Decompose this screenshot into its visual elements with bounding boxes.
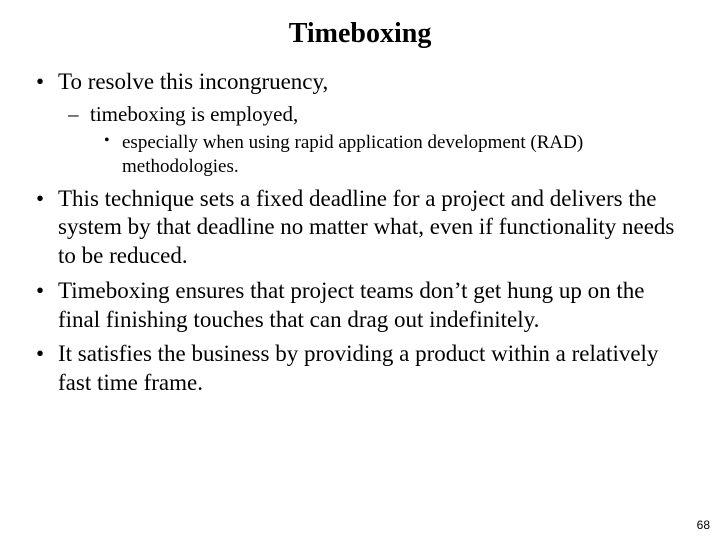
bullet-sublist: timeboxing is employed, especially when … xyxy=(58,101,690,179)
bullet-sublist: especially when using rapid application … xyxy=(90,131,690,179)
slide-body: To resolve this incongruency, timeboxing… xyxy=(0,60,720,398)
bullet-text: To resolve this incongruency, xyxy=(58,69,328,94)
bullet-item: This technique sets a fixed deadline for… xyxy=(30,185,690,271)
bullet-item: Timeboxing ensures that project teams do… xyxy=(30,277,690,335)
bullet-text: This technique sets a fixed deadline for… xyxy=(58,186,674,269)
bullet-text: Timeboxing ensures that project teams do… xyxy=(58,278,644,332)
bullet-item: especially when using rapid application … xyxy=(100,131,690,179)
bullet-text: It satisfies the business by providing a… xyxy=(58,341,658,395)
bullet-text: especially when using rapid application … xyxy=(122,132,583,177)
bullet-item: It satisfies the business by providing a… xyxy=(30,340,690,398)
bullet-item: timeboxing is employed, especially when … xyxy=(64,101,690,179)
bullet-list: To resolve this incongruency, timeboxing… xyxy=(30,68,690,398)
bullet-text: timeboxing is employed, xyxy=(90,102,298,126)
bullet-item: To resolve this incongruency, timeboxing… xyxy=(30,68,690,179)
slide-title: Timeboxing xyxy=(0,0,720,60)
slide: Timeboxing To resolve this incongruency,… xyxy=(0,0,720,540)
page-number: 68 xyxy=(697,518,710,532)
